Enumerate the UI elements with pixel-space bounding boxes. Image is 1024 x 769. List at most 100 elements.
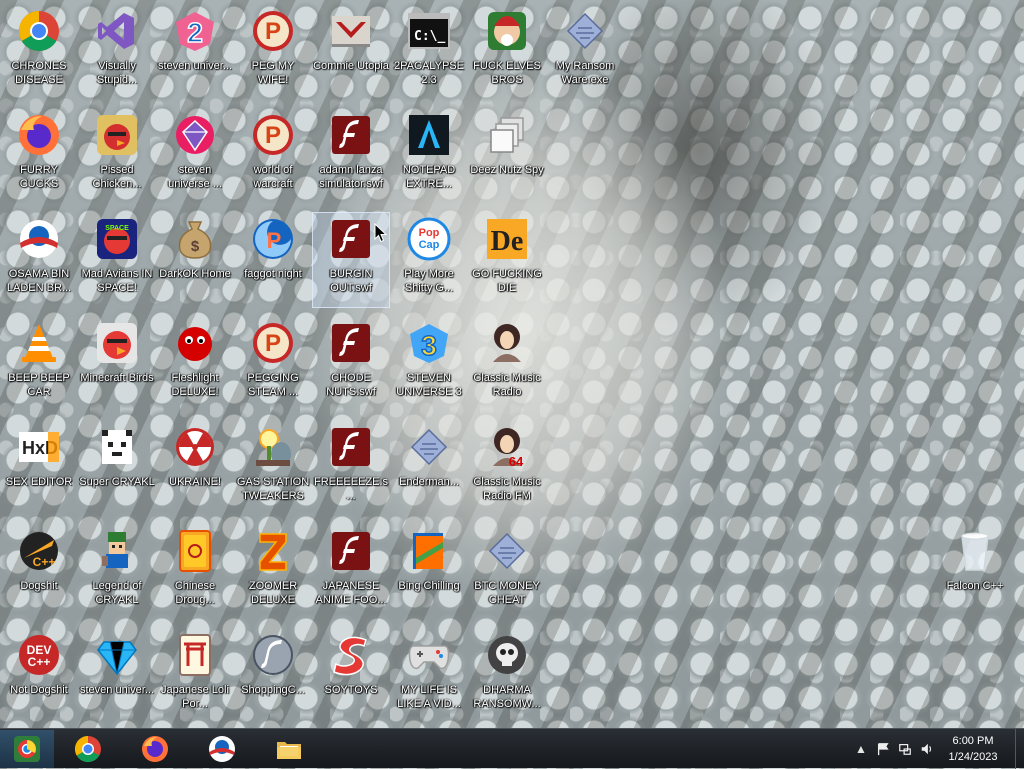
chevron-up-icon[interactable]: ▲	[850, 738, 872, 760]
taskbar-clock[interactable]: 6:00 PM 1/24/2023	[938, 733, 1008, 765]
desktop-shortcut[interactable]: 64 Classic Music Radio FM	[468, 420, 546, 516]
gamepad-icon	[406, 632, 452, 678]
chrome-icon	[16, 8, 62, 54]
desktop-shortcut-label: BURGIN OUT.swf	[329, 268, 373, 294]
desktop-shortcut-label: CHRONES DISEASE	[11, 60, 67, 86]
desktop-shortcut[interactable]: ShoppingC...	[234, 628, 312, 724]
network-icon[interactable]	[894, 738, 916, 760]
desktop-shortcut[interactable]: De GO FUCKING DIE	[468, 212, 546, 308]
desktop-shortcut[interactable]: P PEGGING STEAM ...	[234, 316, 312, 412]
desktop-shortcut[interactable]: C++ Dogshit	[0, 524, 78, 620]
desktop-shortcut[interactable]: 2 steven univer...	[156, 4, 234, 100]
desktop-shortcut[interactable]: BEEP BEEP CAR	[0, 316, 78, 412]
desktop-shortcut-label: Classic Music Radio FM	[473, 476, 541, 502]
desktop-shortcut[interactable]: Pfaggot night	[234, 212, 312, 308]
start-button[interactable]	[0, 730, 54, 768]
show-desktop-button[interactable]	[1015, 729, 1024, 769]
desktop-shortcut[interactable]: My Ransom Ware.exe	[546, 4, 624, 100]
desktop-shortcut[interactable]: Pworld of warcraft	[234, 108, 312, 204]
recycle-bin-icon	[952, 528, 998, 574]
desktop-shortcut-label: faggot night	[244, 268, 302, 280]
diamond-executable-icon	[484, 528, 530, 574]
desktop-shortcut[interactable]: FUCK ELVES BROS	[468, 4, 546, 100]
desktop-shortcut[interactable]: Japanese Loli Por...	[156, 628, 234, 724]
desktop-shortcut[interactable]: Deez Nutz Spy	[468, 108, 546, 204]
desktop-shortcut-label: steven univer...	[158, 60, 232, 72]
desktop-shortcut-label: JAPANESE ANIME FOO...	[315, 580, 387, 606]
desktop-shortcut[interactable]: CHODE NUTS.swf	[312, 316, 390, 412]
desktop-shortcut[interactable]: Pissed Chicken...	[78, 108, 156, 204]
taskbar-obama[interactable]	[194, 730, 250, 768]
desktop-shortcut-label: Minecraft Birds	[80, 372, 154, 384]
desktop-shortcut[interactable]: FURRY CUCKS	[0, 108, 78, 204]
svg-text:P: P	[265, 330, 281, 357]
desktop-shortcut[interactable]: Super CRYAKL	[78, 420, 156, 516]
desktop-shortcut[interactable]: OSAMA BIN LADEN BR...	[0, 212, 78, 308]
flash-file-icon	[328, 528, 374, 574]
desktop-shortcut-label: MY LIFE IS LIKE A VID...	[397, 684, 461, 710]
radiation-icon	[172, 424, 218, 470]
bookworm-icon	[406, 528, 452, 574]
diamond-executable-icon	[562, 8, 608, 54]
taskbar-chrome[interactable]	[60, 730, 116, 768]
desktop-shortcut[interactable]: UKRAINE!	[156, 420, 234, 516]
desktop-shortcut[interactable]: ZOOMER DELUXE	[234, 524, 312, 620]
svg-text:P: P	[265, 122, 281, 149]
desktop-shortcut[interactable]: JAPANESE ANIME FOO...	[312, 524, 390, 620]
taskbar-explorer[interactable]	[261, 730, 317, 768]
desktop-shortcut-label: GAS STATION TWEAKERS	[236, 476, 310, 502]
mahjong-tile-icon	[172, 528, 218, 574]
desktop-shortcut[interactable]: FREEEEEZE.s...	[312, 420, 390, 516]
desktop-shortcut[interactable]: C:\_ 2PACALYPSE 2.3	[390, 4, 468, 100]
desktop-shortcut-label: adamn lanza simulator.swf	[319, 164, 383, 190]
desktop-shortcut[interactable]: $ DarkOK Home	[156, 212, 234, 308]
popcap-peggle-nights-icon: P	[250, 216, 296, 262]
desktop-shortcut[interactable]: P PEG MY WIFE!	[234, 4, 312, 100]
desktop-shortcut[interactable]: steven univer...	[78, 628, 156, 724]
desktop-shortcut-label: Visually Stupid...	[96, 60, 138, 86]
desktop-shortcut-label: PEG MY WIFE!	[251, 60, 295, 86]
desktop-shortcut[interactable]: Commie Utopia	[312, 4, 390, 100]
desktop-shortcut-label: Mad Avians IN SPACE!	[81, 268, 153, 294]
desktop-shortcut[interactable]: Visually Stupid...	[78, 4, 156, 100]
desktop-shortcut[interactable]: SOYTOYS	[312, 628, 390, 724]
desktop-shortcut-label: 2PACALYPSE 2.3	[394, 60, 464, 86]
desktop-shortcut[interactable]: MY LIFE IS LIKE A VID...	[390, 628, 468, 724]
desktop-shortcut[interactable]: adamn lanza simulator.swf	[312, 108, 390, 204]
desktop-shortcut-label: steven univer...	[80, 684, 154, 696]
taskbar-firefox[interactable]	[127, 730, 183, 768]
desktop-shortcut-label: OSAMA BIN LADEN BR...	[6, 268, 72, 294]
desktop-shortcut[interactable]: SPACE Mad Avians IN SPACE!	[78, 212, 156, 308]
desktop-shortcut[interactable]: 3 STEVEN UNIVERSE 3	[390, 316, 468, 412]
desktop-shortcut[interactable]: Fleshlight DELUXE!	[156, 316, 234, 412]
volume-icon[interactable]	[916, 738, 938, 760]
desktop-shortcut[interactable]: DEV C++ Not Dogshit	[0, 628, 78, 724]
flash-file-icon	[328, 320, 374, 366]
desktop-shortcut[interactable]: Minecraft Birds	[78, 316, 156, 412]
desktop-shortcut[interactable]: Legend of CRYAKL	[78, 524, 156, 620]
desktop-shortcut[interactable]: Classic Music Radio	[468, 316, 546, 412]
desktop-shortcut[interactable]: HxD SEX EDITOR	[0, 420, 78, 516]
desktop-shortcut[interactable]: GAS STATION TWEAKERS	[234, 420, 312, 516]
flag-icon[interactable]	[872, 738, 894, 760]
stacked-windows-icon	[484, 112, 530, 158]
desktop-shortcut-label: Falcon C++	[946, 580, 1004, 592]
desktop-shortcut-label: world of warcraft	[253, 164, 293, 190]
desktop-shortcut[interactable]: BTC MONEY CHEAT	[468, 524, 546, 620]
desktop-shortcut[interactable]: Pop Cap Play More Shitty G...	[390, 212, 468, 308]
desktop-shortcut[interactable]: NOTEPAD EXTRE...	[390, 108, 468, 204]
desktop-shortcut[interactable]: Falcon C++	[936, 524, 1014, 620]
red-fuzzball-icon	[172, 320, 218, 366]
desktop-shortcut[interactable]: CHRONES DISEASE	[0, 4, 78, 100]
clock-date: 1/24/2023	[948, 751, 998, 763]
desktop-shortcut-label: BTC MONEY CHEAT	[474, 580, 540, 606]
desktop[interactable]: CHRONES DISEASE Visually Stupid... 2 steven…	[0, 0, 1024, 728]
desktop-shortcut[interactable]: steven universe ...	[156, 108, 234, 204]
desktop-shortcut[interactable]: Enderman...	[390, 420, 468, 516]
desktop-shortcut[interactable]: Bing Chilling	[390, 524, 468, 620]
desktop-shortcut[interactable]: DHARMA RANSOMW...	[468, 628, 546, 724]
desktop-shortcut[interactable]: Chinese Droug...	[156, 524, 234, 620]
desktop-shortcut-label: DHARMA RANSOMW...	[473, 684, 541, 710]
desktop-shortcut-label: SEX EDITOR	[5, 476, 73, 488]
svg-text:SPACE: SPACE	[105, 225, 129, 232]
